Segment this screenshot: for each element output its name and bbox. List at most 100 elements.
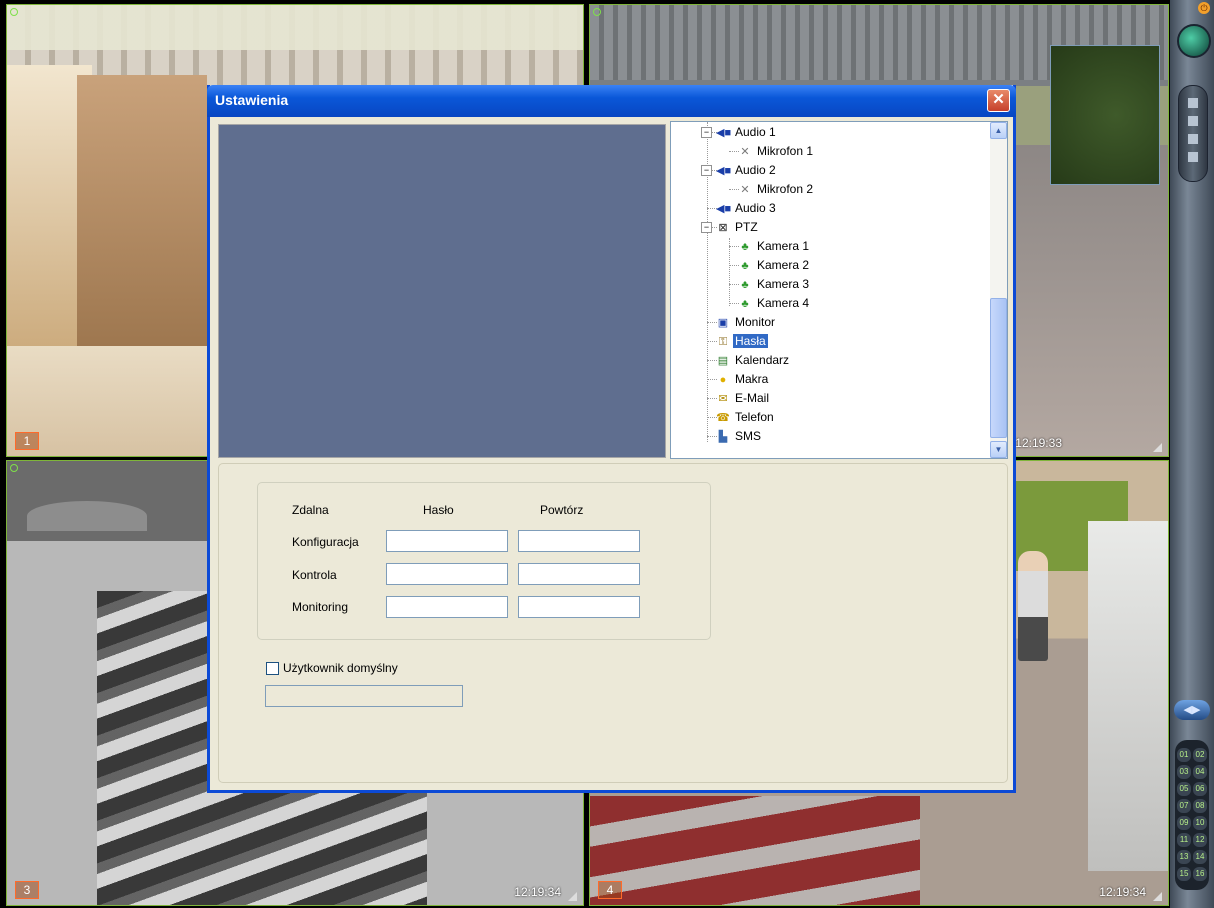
channel-button[interactable]: 09 <box>1177 816 1191 830</box>
scroll-up-button[interactable]: ▲ <box>990 122 1007 139</box>
default-user-field[interactable] <box>265 685 463 707</box>
configuration-password-field[interactable] <box>386 530 508 552</box>
tree-item[interactable]: ☎ Telefon <box>701 408 776 426</box>
dialog-title-bar[interactable]: Ustawienia ✕ <box>207 85 1016 117</box>
monitoring-repeat-field[interactable] <box>518 596 640 618</box>
tree-item[interactable]: − ◀■ Audio 2 <box>701 161 778 179</box>
camera-3-corner-icon <box>568 892 577 901</box>
camera-1-timestamp: 12:19:33 <box>1015 436 1062 450</box>
default-user-checkbox[interactable] <box>266 662 279 675</box>
tree-item[interactable]: ♣ Kamera 4 <box>723 294 811 312</box>
tree-item-label: Audio 2 <box>735 163 776 177</box>
tree-item[interactable]: ✉ E-Mail <box>701 389 771 407</box>
tree-item[interactable]: − ⊠ PTZ <box>701 218 760 236</box>
channel-button[interactable]: 06 <box>1193 782 1207 796</box>
scroll-thumb[interactable] <box>990 298 1007 438</box>
tree-item-label: Makra <box>735 372 769 386</box>
channel-button[interactable]: 10 <box>1193 816 1207 830</box>
tree-item[interactable]: ♣ Kamera 2 <box>723 256 811 274</box>
scroll-down-button[interactable]: ▼ <box>990 441 1007 458</box>
calendar-icon: ▤ <box>717 354 729 367</box>
channel-button[interactable]: 15 <box>1177 867 1191 881</box>
main-menu-button[interactable] <box>1177 24 1211 58</box>
tree-expander-icon[interactable]: − <box>701 127 712 139</box>
ptz-camera-icon: ♣ <box>741 259 749 272</box>
tree-scrollbar[interactable]: ▲ ▼ <box>990 122 1007 458</box>
monitoring-password-field[interactable] <box>386 596 508 618</box>
microphone-disabled-icon: ✕ <box>740 145 750 158</box>
camera-4-corner-icon <box>1153 892 1162 901</box>
camera-4-timestamp: 12:19:34 <box>1099 885 1146 899</box>
tree-item[interactable]: ● Makra <box>701 370 770 388</box>
tree-item-label: Kamera 1 <box>757 239 810 253</box>
channel-button[interactable]: 03 <box>1177 765 1191 779</box>
camera-2-status-dot <box>593 8 601 16</box>
preview-area <box>218 124 666 458</box>
default-user-label: Użytkownik domyślny <box>283 661 398 675</box>
microphone-disabled-icon: ✕ <box>740 183 750 196</box>
audio-icon: ◀■ <box>716 164 732 177</box>
ptz-icon: ⊠ <box>718 221 728 234</box>
settings-dialog: Ustawienia ✕ ▙ SMS ☎ Telefon ✉ E-Mail ● Makra ▤ K… <box>207 85 1016 793</box>
control-password-field[interactable] <box>386 563 508 585</box>
channel-button[interactable]: 07 <box>1177 799 1191 813</box>
channel-button[interactable]: 13 <box>1177 850 1191 864</box>
channel-button[interactable]: 14 <box>1193 850 1207 864</box>
tree-item-label: Mikrofon 1 <box>757 144 814 158</box>
page-navigation-arrows[interactable]: ◀▶ <box>1174 700 1210 720</box>
tree-item[interactable]: ♣ Kamera 1 <box>723 237 811 255</box>
camera-3-number: 3 <box>15 881 39 899</box>
camera-3-timestamp: 12:19:34 <box>514 885 561 899</box>
tree-item[interactable]: ⚿ Hasła <box>701 332 768 350</box>
control-sidebar: ⏻ ◀▶ 01 02 03 04 05 06 07 08 09 10 11 12 13 14 15 16 <box>1170 0 1214 908</box>
channel-button[interactable]: 05 <box>1177 782 1191 796</box>
tree-item[interactable]: ◀■ Audio 3 <box>701 199 778 217</box>
tree-item-label: Telefon <box>735 410 774 424</box>
camera-1-number: 1 <box>15 432 39 450</box>
phone-icon: ☎ <box>716 411 730 424</box>
tree-item[interactable]: ▣ Monitor <box>701 313 777 331</box>
layout-selector[interactable] <box>1178 85 1208 182</box>
channel-button[interactable]: 16 <box>1193 867 1207 881</box>
tree-item[interactable]: ▤ Kalendarz <box>701 351 791 369</box>
tree-item[interactable]: ▙ SMS <box>701 427 763 445</box>
tree-item-label: Kalendarz <box>735 353 790 367</box>
tree-item[interactable]: ✕ Mikrofon 1 <box>723 142 815 160</box>
channel-button[interactable]: 01 <box>1177 748 1191 762</box>
camera-4-number: 4 <box>598 881 622 899</box>
tree-item-label: E-Mail <box>735 391 770 405</box>
configuration-repeat-field[interactable] <box>518 530 640 552</box>
ptz-camera-icon: ♣ <box>741 297 749 310</box>
tree-item-label: Kamera 2 <box>757 258 810 272</box>
tree-item-label: Kamera 4 <box>757 296 810 310</box>
tree-item-label: SMS <box>735 429 762 443</box>
channel-button[interactable]: 08 <box>1193 799 1207 813</box>
channel-button[interactable]: 04 <box>1193 765 1207 779</box>
control-repeat-field[interactable] <box>518 563 640 585</box>
tree-item[interactable]: ♣ Kamera 3 <box>723 275 811 293</box>
row-label-monitoring: Monitoring <box>292 600 349 614</box>
close-button[interactable]: ✕ <box>987 89 1010 112</box>
header-remote: Zdalna <box>292 503 329 517</box>
email-icon: ✉ <box>718 392 728 405</box>
sms-icon: ▙ <box>718 430 728 443</box>
tree-expander-icon[interactable]: − <box>701 165 712 177</box>
channel-button[interactable]: 12 <box>1193 833 1207 847</box>
audio-icon: ◀■ <box>716 126 732 139</box>
password-icon: ⚿ <box>718 335 728 348</box>
channel-button[interactable]: 11 <box>1177 833 1191 847</box>
passwords-panel: Zdalna Hasło Powtórz Konfiguracja Kontro… <box>218 463 1008 783</box>
settings-tree[interactable]: ▙ SMS ☎ Telefon ✉ E-Mail ● Makra ▤ Kalendarz ⚿ Hasł… <box>670 121 1008 459</box>
channel-buttons: 01 02 03 04 05 06 07 08 09 10 11 12 13 14 15 16 <box>1175 740 1209 890</box>
channel-button[interactable]: 02 <box>1193 748 1207 762</box>
macro-icon: ● <box>719 373 727 386</box>
tree-item-label: Audio 3 <box>735 201 776 215</box>
tree-item-label: Audio 1 <box>735 125 776 139</box>
tree-item[interactable]: ✕ Mikrofon 2 <box>723 180 815 198</box>
power-icon[interactable]: ⏻ <box>1198 2 1210 14</box>
row-label-control: Kontrola <box>292 568 337 582</box>
tree-item-label: Mikrofon 2 <box>757 182 814 196</box>
header-repeat: Powtórz <box>540 503 584 517</box>
tree-expander-icon[interactable]: − <box>701 222 712 234</box>
tree-item[interactable]: − ◀■ Audio 1 <box>701 123 778 141</box>
